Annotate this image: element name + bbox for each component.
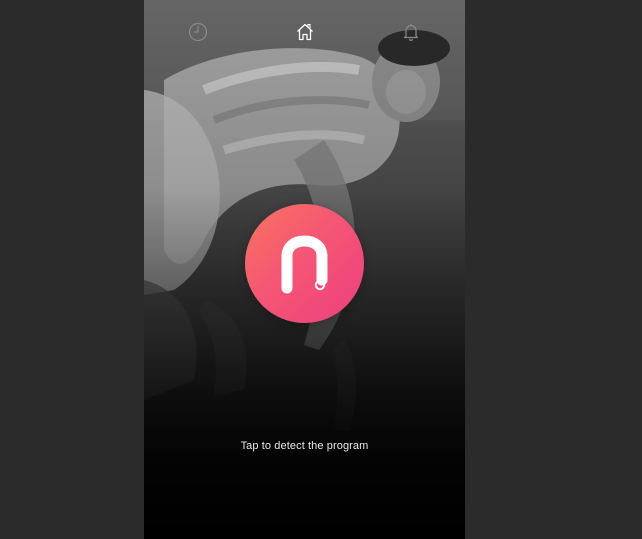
clock-icon (188, 22, 208, 42)
history-tab[interactable] (184, 18, 212, 46)
top-navigation (144, 18, 465, 46)
bell-icon (403, 24, 419, 42)
screen: Tap to detect the program (0, 0, 642, 539)
detect-caption: Tap to detect the program (240, 440, 369, 452)
home-icon (297, 23, 313, 41)
home-tab[interactable] (291, 18, 319, 46)
n-logo-icon (281, 235, 328, 294)
notifications-tab[interactable] (397, 18, 425, 46)
app-screen: Tap to detect the program (144, 0, 465, 539)
detect-program-button[interactable] (245, 204, 364, 323)
